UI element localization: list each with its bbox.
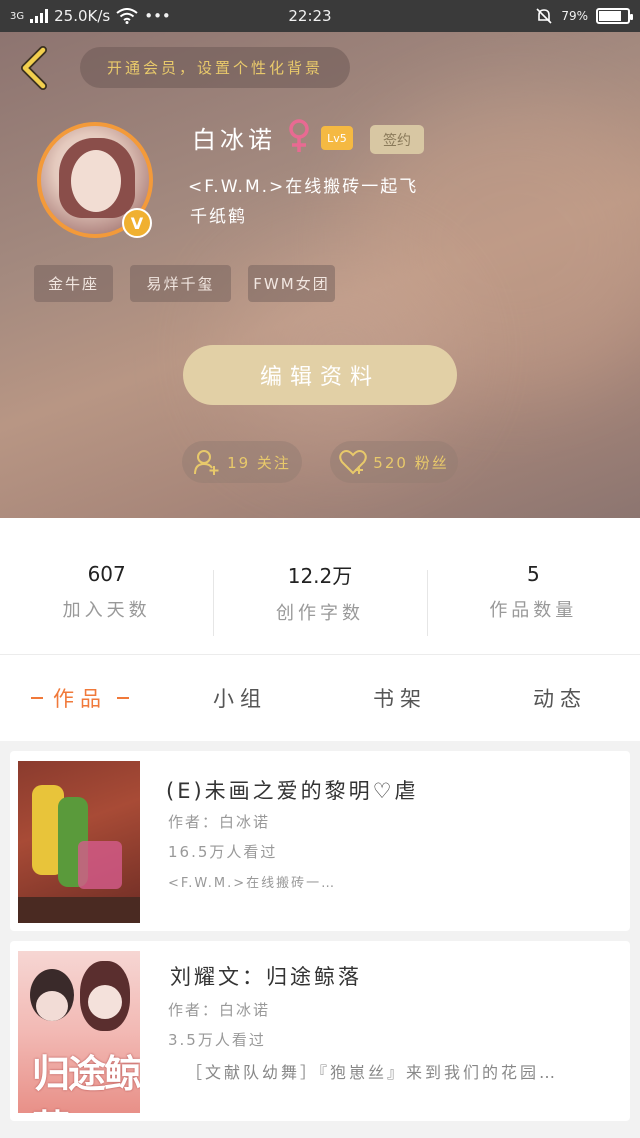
work-desc: ［文献队幼舞］『狍崽丝』来到我们的花园… xyxy=(186,1063,559,1082)
vip-banner[interactable]: 开通会员，设置个性化背景 xyxy=(80,47,350,88)
follow-button[interactable]: 19 关注 xyxy=(182,441,302,483)
stat-label: 创作字数 xyxy=(275,602,364,624)
username: 白冰诺 xyxy=(192,126,276,154)
wifi-icon xyxy=(116,8,138,24)
heart-plus-icon xyxy=(339,450,368,475)
book-cover[interactable] xyxy=(18,761,140,923)
bio-line: <F.W.M.>在线搬砖一起飞 xyxy=(188,177,419,197)
profile-tag: 金牛座 xyxy=(34,265,113,302)
tab-works[interactable]: 作品 xyxy=(0,655,160,741)
work-author: 作者：白冰诺 xyxy=(168,813,271,831)
bio-line: 千纸鹤 xyxy=(190,207,247,227)
follow-count: 19 关注 xyxy=(227,453,291,472)
work-title[interactable]: 刘耀文：归途鲸落 xyxy=(170,961,362,991)
work-desc: <F.W.M.>在线搬砖一… xyxy=(168,876,337,891)
profile-header: 开通会员，设置个性化背景 V 白冰诺 Lv5 签约 <F.W.M.>在线搬砖一起… xyxy=(0,32,640,518)
tab-bookshelf[interactable]: 书架 xyxy=(320,655,480,741)
work-author: 作者：白冰诺 xyxy=(168,1001,271,1019)
work-views: 16.5万人看过 xyxy=(168,843,278,861)
stat-value: 607 xyxy=(87,562,126,586)
stat-label: 作品数量 xyxy=(489,600,578,621)
work-views: 3.5万人看过 xyxy=(168,1031,266,1049)
signed-badge: 签约 xyxy=(370,125,424,154)
work-title[interactable]: (E)未画之爱的黎明♡虐 xyxy=(166,775,418,805)
network-type: 3G xyxy=(10,10,25,22)
mute-bell-icon xyxy=(536,8,552,24)
book-cover[interactable]: 归途鲸落 xyxy=(18,951,140,1113)
cover-text: 归途鲸落 xyxy=(32,1052,140,1113)
more-icon: ••• xyxy=(144,7,171,25)
level-badge: Lv5 xyxy=(321,126,353,150)
stat-words: 12.2万 创作字数 xyxy=(213,518,426,654)
profile-tag: 易烊千玺 xyxy=(130,265,231,302)
stat-works: 5 作品数量 xyxy=(426,518,640,654)
battery-percent: 79% xyxy=(561,9,588,23)
work-card[interactable]: (E)未画之爱的黎明♡虐 作者：白冰诺 16.5万人看过 <F.W.M.>在线搬… xyxy=(10,751,630,931)
signal-icon xyxy=(30,9,49,23)
status-bar: 3G 25.0K/s ••• 22:23 79% xyxy=(0,0,640,32)
network-speed: 25.0K/s xyxy=(54,7,111,25)
back-button[interactable] xyxy=(14,46,54,90)
chevron-left-icon xyxy=(21,46,47,90)
stats-row: 607 加入天数 12.2万 创作字数 5 作品数量 xyxy=(0,518,640,654)
verified-badge: V xyxy=(122,208,152,238)
battery-icon xyxy=(596,8,633,24)
profile-tag: FWM女团 xyxy=(248,265,335,302)
edit-profile-button[interactable]: 编辑资料 xyxy=(183,345,457,405)
clock: 22:23 xyxy=(288,7,332,25)
tab-bar: 作品 小组 书架 动态 xyxy=(0,654,640,741)
stat-label: 加入天数 xyxy=(62,600,151,621)
work-card[interactable]: 归途鲸落 刘耀文：归途鲸落 作者：白冰诺 3.5万人看过 ［文献队幼舞］『狍崽丝… xyxy=(10,941,630,1121)
tab-groups[interactable]: 小组 xyxy=(160,655,320,741)
fans-button[interactable]: 520 粉丝 xyxy=(330,441,458,483)
stat-value: 12.2万 xyxy=(287,563,353,588)
fans-count: 520 粉丝 xyxy=(373,453,449,472)
works-list: (E)未画之爱的黎明♡虐 作者：白冰诺 16.5万人看过 <F.W.M.>在线搬… xyxy=(0,741,640,1138)
tab-label: 作品 xyxy=(53,687,107,711)
stat-value: 5 xyxy=(526,562,540,586)
stat-days: 607 加入天数 xyxy=(0,518,213,654)
add-user-icon xyxy=(194,450,219,475)
tab-activity[interactable]: 动态 xyxy=(480,655,640,741)
female-icon xyxy=(289,119,309,152)
